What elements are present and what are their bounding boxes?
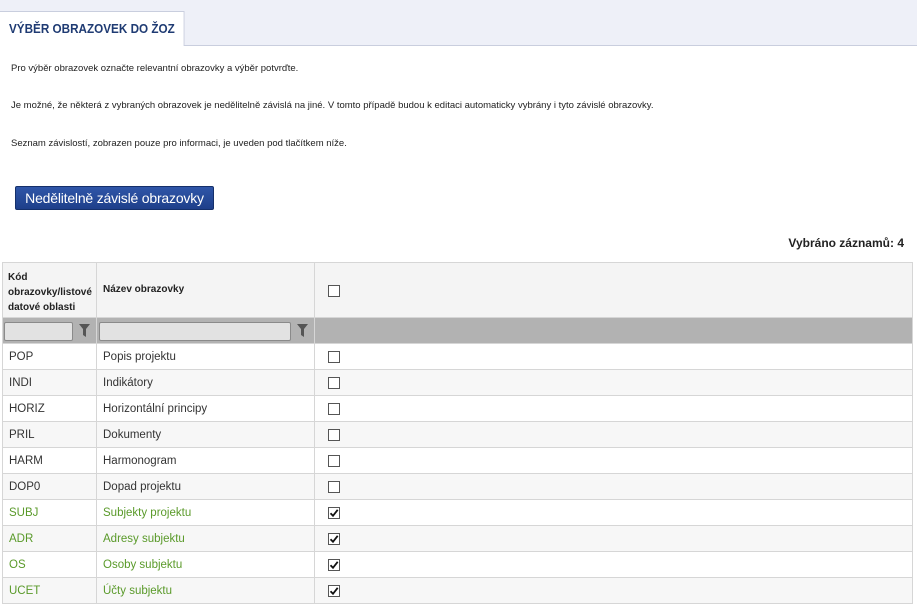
row-checkbox[interactable] — [328, 377, 340, 389]
table-row[interactable]: ADR Adresy subjektu — [3, 526, 912, 552]
row-checkbox[interactable] — [328, 585, 340, 597]
row-checkbox[interactable] — [328, 533, 340, 545]
row-name: Popis projektu — [103, 351, 176, 363]
row-code: DOP0 — [9, 481, 41, 493]
table-row[interactable]: HORIZ Horizontální principy — [3, 396, 912, 422]
row-name: Účty subjektu — [103, 585, 173, 597]
row-name: Indikátory — [103, 377, 153, 389]
row-code: HARM — [9, 455, 43, 467]
row-name: Harmonogram — [103, 455, 177, 467]
row-code: PRIL — [9, 429, 35, 441]
code-filter-input[interactable] — [4, 322, 73, 341]
dependent-screens-button[interactable]: Nedělitelně závislé obrazovky — [15, 186, 214, 210]
table-row[interactable]: PRIL Dokumenty — [3, 422, 912, 448]
row-name: Subjekty projektu — [103, 507, 192, 519]
filter-row — [3, 318, 912, 344]
table-row[interactable]: POP Popis projektu — [3, 344, 912, 370]
table-header: Kód obrazovky/listové datové oblasti Náz… — [3, 262, 912, 318]
row-name: Dopad projektu — [103, 481, 181, 493]
selection-count: Vybráno záznamů: 4 — [788, 236, 904, 250]
tab-screen-selection[interactable]: VÝBĚR OBRAZOVEK DO ŽOZ — [0, 11, 185, 46]
instruction-text-1: Pro výběr obrazovek označte relevantní o… — [11, 63, 299, 74]
row-checkbox[interactable] — [328, 455, 340, 467]
table-row[interactable]: OS Osoby subjektu — [3, 552, 912, 578]
row-name: Osoby subjektu — [103, 559, 183, 571]
row-checkbox[interactable] — [328, 403, 340, 415]
table-row[interactable]: INDI Indikátory — [3, 370, 912, 396]
row-checkbox[interactable] — [328, 429, 340, 441]
row-code: SUBJ — [9, 507, 39, 519]
row-code: UCET — [9, 585, 41, 597]
row-checkbox[interactable] — [328, 507, 340, 519]
row-code: POP — [9, 351, 34, 363]
row-code: OS — [9, 559, 26, 571]
check-icon — [329, 587, 339, 596]
row-name: Horizontální principy — [103, 403, 208, 415]
column-header-name[interactable]: Název obrazovky — [97, 263, 315, 317]
name-filter-input[interactable] — [99, 322, 291, 341]
check-icon — [329, 535, 339, 544]
select-all-checkbox[interactable] — [328, 285, 340, 297]
table-row[interactable]: DOP0 Dopad projektu — [3, 474, 912, 500]
row-name: Dokumenty — [103, 429, 162, 441]
row-code: HORIZ — [9, 403, 45, 415]
row-checkbox[interactable] — [328, 351, 340, 363]
check-icon — [329, 509, 339, 518]
filter-icon[interactable] — [79, 324, 90, 337]
instruction-text-2: Je možné, že některá z vybraných obrazov… — [11, 100, 654, 111]
table-row[interactable]: SUBJ Subjekty projektu — [3, 500, 912, 526]
row-code: INDI — [9, 377, 32, 389]
row-checkbox[interactable] — [328, 559, 340, 571]
table-row[interactable]: UCET Účty subjektu — [3, 578, 912, 604]
filter-icon[interactable] — [297, 324, 308, 337]
row-name: Adresy subjektu — [103, 533, 185, 545]
table-row[interactable]: HARM Harmonogram — [3, 448, 912, 474]
row-code: ADR — [9, 533, 34, 545]
instruction-text-3: Seznam závislostí, zobrazen pouze pro in… — [11, 138, 347, 149]
row-checkbox[interactable] — [328, 481, 340, 493]
column-header-code[interactable]: Kód obrazovky/listové datové oblasti — [3, 263, 97, 317]
tab-bar: VÝBĚR OBRAZOVEK DO ŽOZ — [0, 0, 917, 46]
check-icon — [329, 561, 339, 570]
screens-table: Kód obrazovky/listové datové oblasti Náz… — [2, 262, 913, 604]
